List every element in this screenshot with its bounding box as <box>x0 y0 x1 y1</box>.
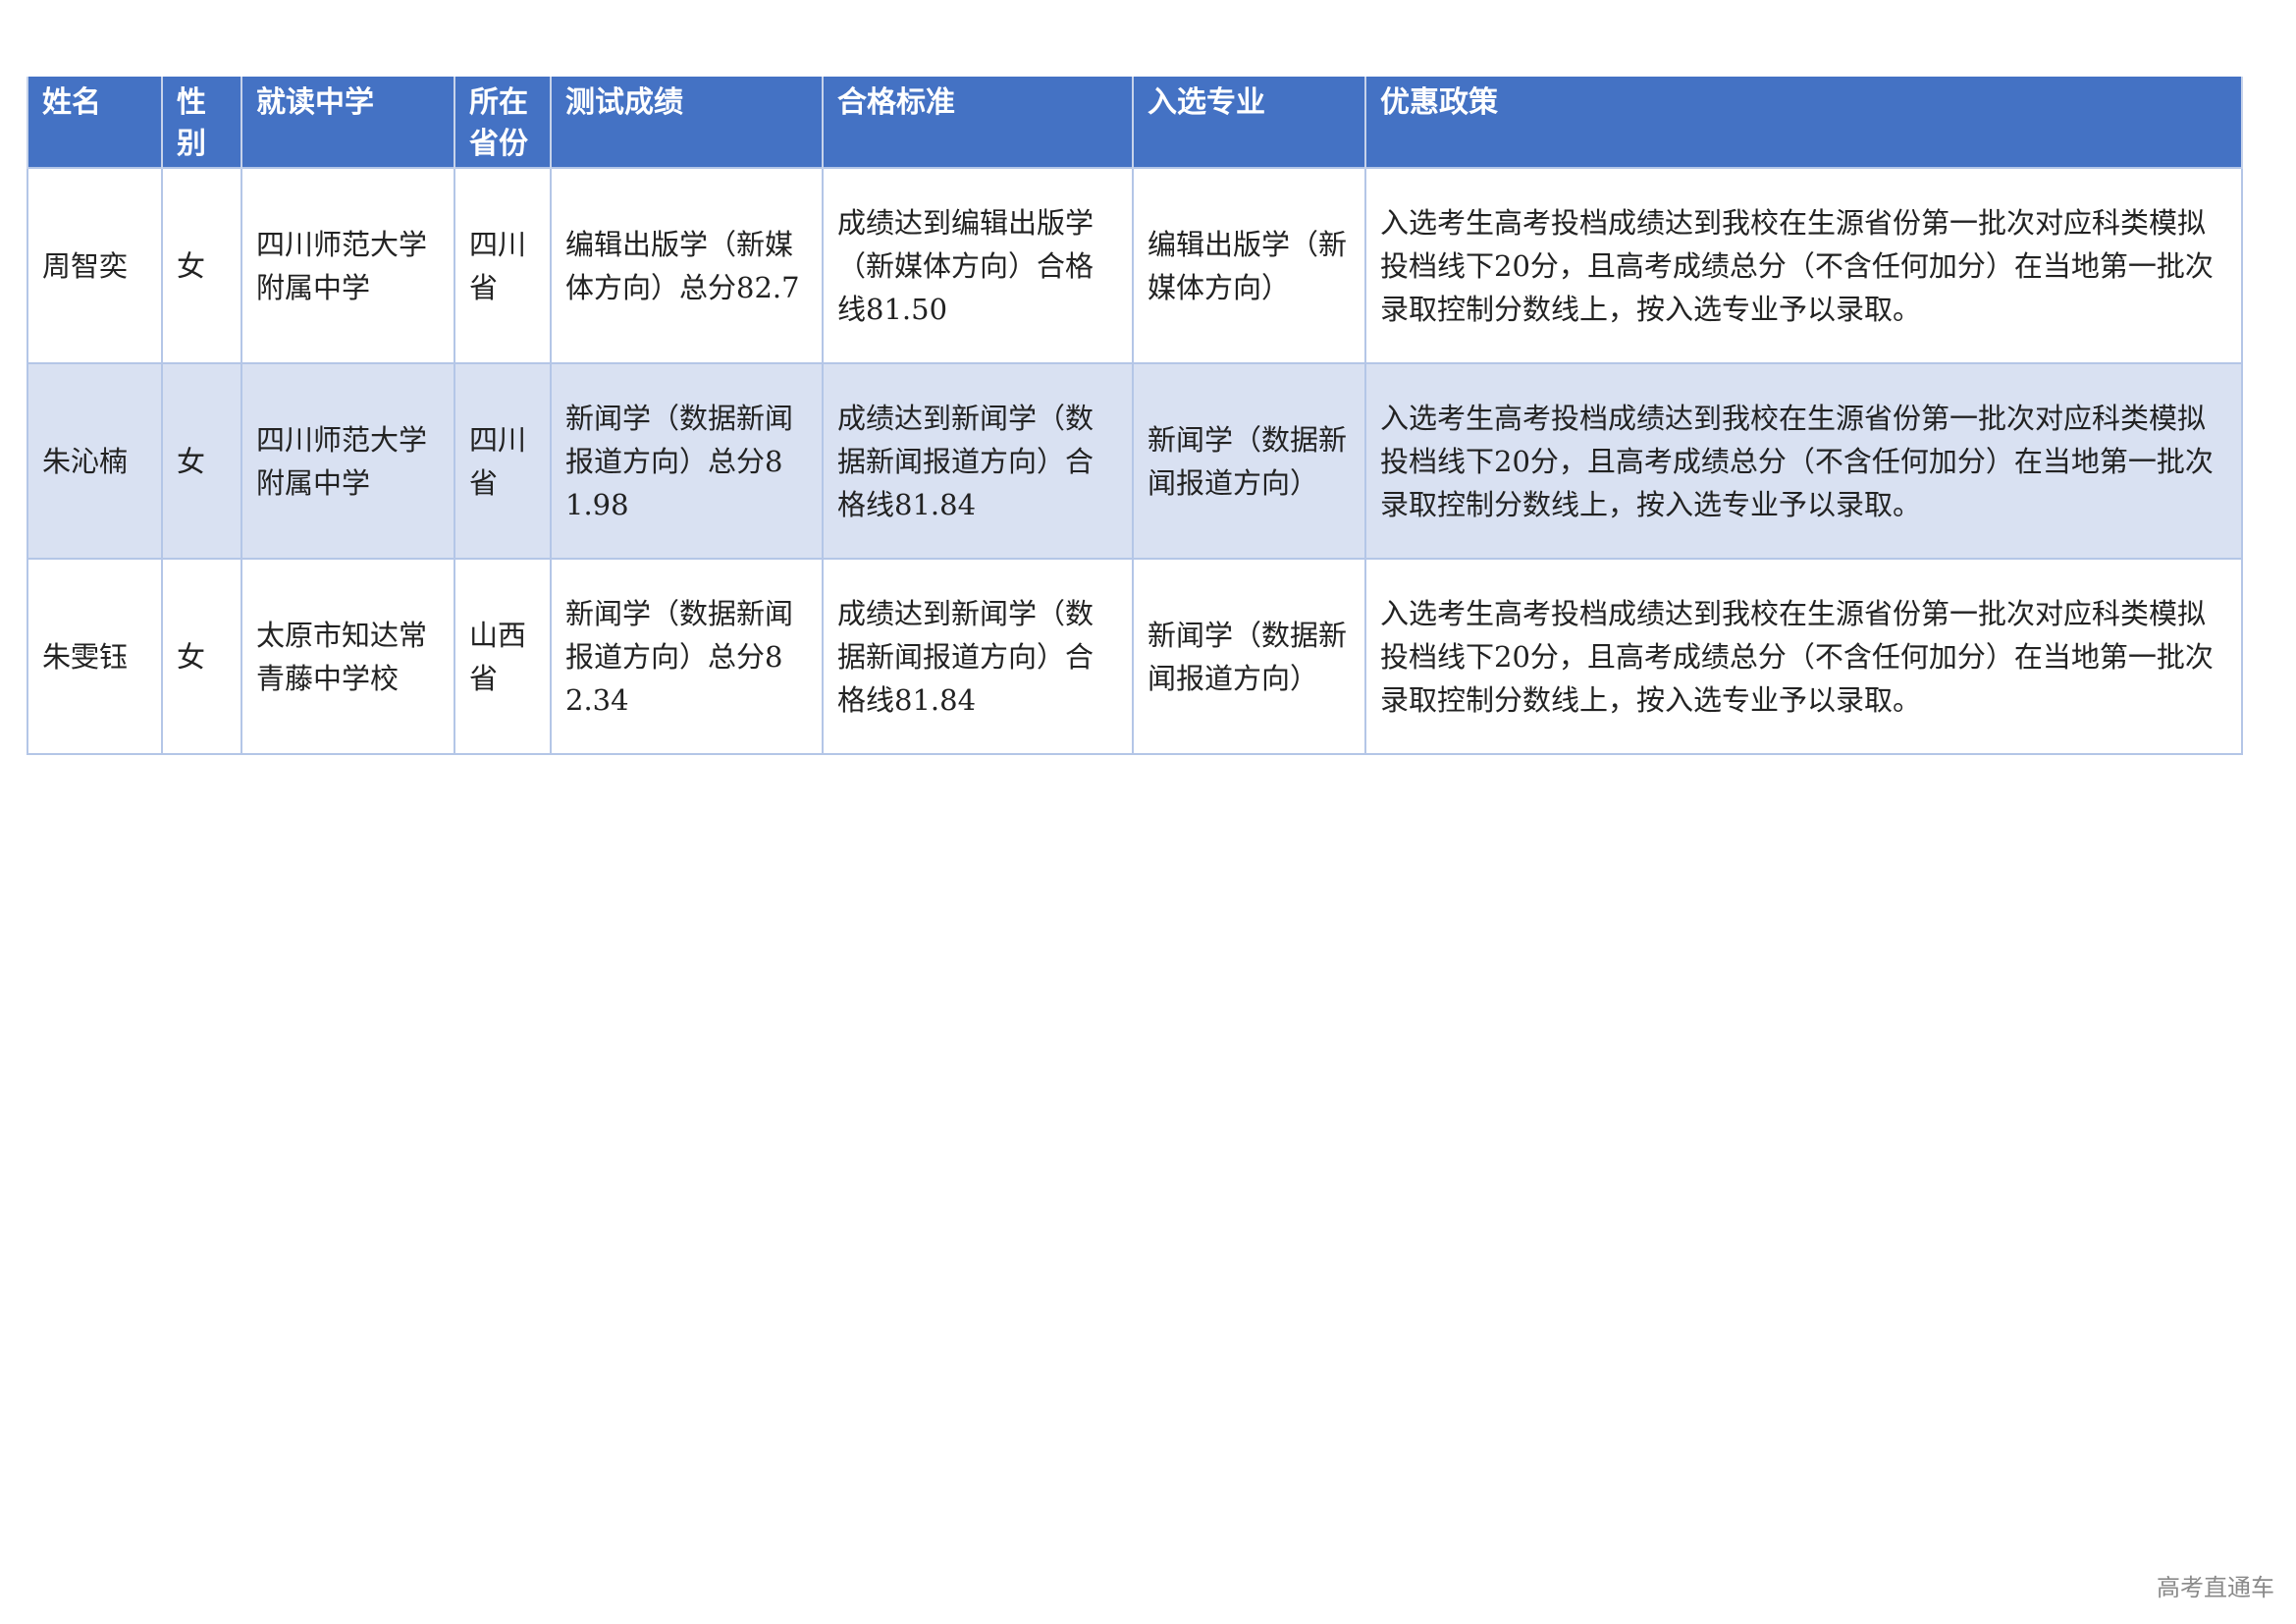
cell-standard: 成绩达到编辑出版学（新媒体方向）合格线81.50 <box>822 167 1134 364</box>
header-name: 姓名 <box>27 77 163 168</box>
cell-major: 新闻学（数据新闻报道方向） <box>1132 362 1366 560</box>
table-row: 朱雯钰 女 太原市知达常青藤中学校 山西省 新闻学（数据新闻报道方向）总分82.… <box>27 558 2243 755</box>
table-header: 姓名 性别 就读中学 所在省份 测试成绩 合格标准 入选专业 优惠政策 <box>27 77 2243 168</box>
cell-gender: 女 <box>161 362 242 560</box>
cell-province: 四川省 <box>454 167 552 364</box>
cell-policy: 入选考生高考投档成绩达到我校在生源省份第一批次对应科类模拟投档线下20分，且高考… <box>1364 558 2243 755</box>
cell-score: 新闻学（数据新闻报道方向）总分81.98 <box>550 362 824 560</box>
cell-gender: 女 <box>161 558 242 755</box>
cell-province: 四川省 <box>454 362 552 560</box>
header-school: 就读中学 <box>240 77 455 168</box>
cell-school: 太原市知达常青藤中学校 <box>240 558 455 755</box>
cell-major: 编辑出版学（新媒体方向） <box>1132 167 1366 364</box>
cell-name: 朱雯钰 <box>27 558 163 755</box>
cell-score: 编辑出版学（新媒体方向）总分82.7 <box>550 167 824 364</box>
cell-school: 四川师范大学附属中学 <box>240 362 455 560</box>
table-body: 周智奕 女 四川师范大学附属中学 四川省 编辑出版学（新媒体方向）总分82.7 … <box>27 167 2243 755</box>
cell-standard: 成绩达到新闻学（数据新闻报道方向）合格线81.84 <box>822 558 1134 755</box>
cell-school: 四川师范大学附属中学 <box>240 167 455 364</box>
header-policy: 优惠政策 <box>1364 77 2243 168</box>
cell-standard: 成绩达到新闻学（数据新闻报道方向）合格线81.84 <box>822 362 1134 560</box>
header-major: 入选专业 <box>1132 77 1366 168</box>
cell-province: 山西省 <box>454 558 552 755</box>
cell-policy: 入选考生高考投档成绩达到我校在生源省份第一批次对应科类模拟投档线下20分，且高考… <box>1364 362 2243 560</box>
header-province: 所在省份 <box>454 77 552 168</box>
header-row: 姓名 性别 就读中学 所在省份 测试成绩 合格标准 入选专业 优惠政策 <box>27 77 2243 168</box>
cell-score: 新闻学（数据新闻报道方向）总分82.34 <box>550 558 824 755</box>
table-row: 朱沁楠 女 四川师范大学附属中学 四川省 新闻学（数据新闻报道方向）总分81.9… <box>27 362 2243 560</box>
header-standard: 合格标准 <box>822 77 1134 168</box>
watermark-text: 高考直通车 <box>2157 1574 2274 1601</box>
cell-policy: 入选考生高考投档成绩达到我校在生源省份第一批次对应科类模拟投档线下20分，且高考… <box>1364 167 2243 364</box>
cell-gender: 女 <box>161 167 242 364</box>
header-score: 测试成绩 <box>550 77 824 168</box>
cell-major: 新闻学（数据新闻报道方向） <box>1132 558 1366 755</box>
document-page: 姓名 性别 就读中学 所在省份 测试成绩 合格标准 入选专业 优惠政策 周智奕 … <box>27 77 2243 755</box>
table-row: 周智奕 女 四川师范大学附属中学 四川省 编辑出版学（新媒体方向）总分82.7 … <box>27 167 2243 364</box>
admission-results-table: 姓名 性别 就读中学 所在省份 测试成绩 合格标准 入选专业 优惠政策 周智奕 … <box>27 77 2243 755</box>
header-gender: 性别 <box>161 77 242 168</box>
cell-name: 周智奕 <box>27 167 163 364</box>
cell-name: 朱沁楠 <box>27 362 163 560</box>
